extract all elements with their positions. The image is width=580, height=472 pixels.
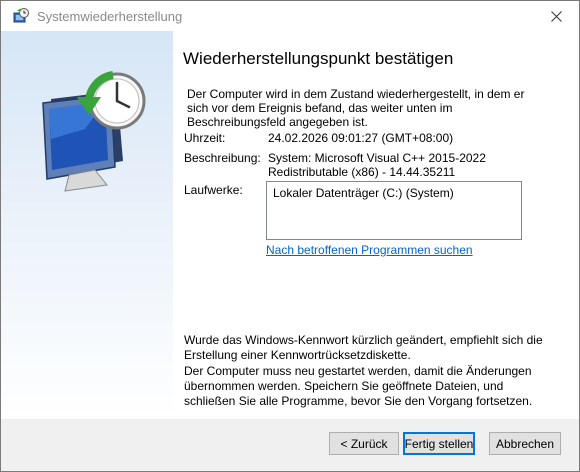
side-panel bbox=[1, 31, 173, 419]
content-area: Wiederherstellungspunkt bestätigen Der C… bbox=[1, 31, 579, 419]
title-bar[interactable]: Systemwiederherstellung bbox=[1, 1, 579, 31]
cancel-button[interactable]: Abbrechen bbox=[489, 432, 561, 455]
system-restore-icon bbox=[13, 8, 29, 23]
system-restore-window: Systemwiederherstellung Wiederherstellun… bbox=[0, 0, 580, 472]
page-heading: Wiederherstellungspunkt bestätigen bbox=[183, 49, 454, 68]
button-bar: < Zurück Fertig stellen Abbrechen bbox=[1, 419, 579, 471]
back-button[interactable]: < Zurück bbox=[329, 432, 399, 455]
password-note: Wurde das Windows-Kennwort kürzlich geän… bbox=[184, 333, 543, 362]
restart-note: Der Computer muss neu gestartet werden, … bbox=[184, 364, 533, 408]
close-icon bbox=[550, 10, 562, 22]
description-value-line2: Redistributable (x86) - 14.44.35211 bbox=[268, 165, 456, 179]
time-label: Uhrzeit: bbox=[184, 131, 226, 145]
description-value-line1: System: Microsoft Visual C++ 2015-2022 bbox=[268, 151, 486, 165]
finish-button[interactable]: Fertig stellen bbox=[403, 432, 475, 455]
window-title: Systemwiederherstellung bbox=[37, 9, 183, 24]
description-label: Beschreibung: bbox=[184, 151, 261, 165]
drives-label: Laufwerke: bbox=[184, 183, 243, 197]
drive-item[interactable]: Lokaler Datenträger (C:) (System) bbox=[273, 186, 515, 200]
time-value: 24.02.2026 09:01:27 (GMT+08:00) bbox=[268, 131, 454, 145]
scan-affected-programs-link[interactable]: Nach betroffenen Programmen suchen bbox=[266, 243, 473, 257]
system-restore-computer-clock-icon bbox=[42, 71, 146, 192]
drives-list[interactable]: Lokaler Datenträger (C:) (System) bbox=[266, 181, 522, 240]
intro-text: Der Computer wird in dem Zustand wiederh… bbox=[187, 87, 525, 129]
close-button[interactable] bbox=[533, 1, 579, 31]
